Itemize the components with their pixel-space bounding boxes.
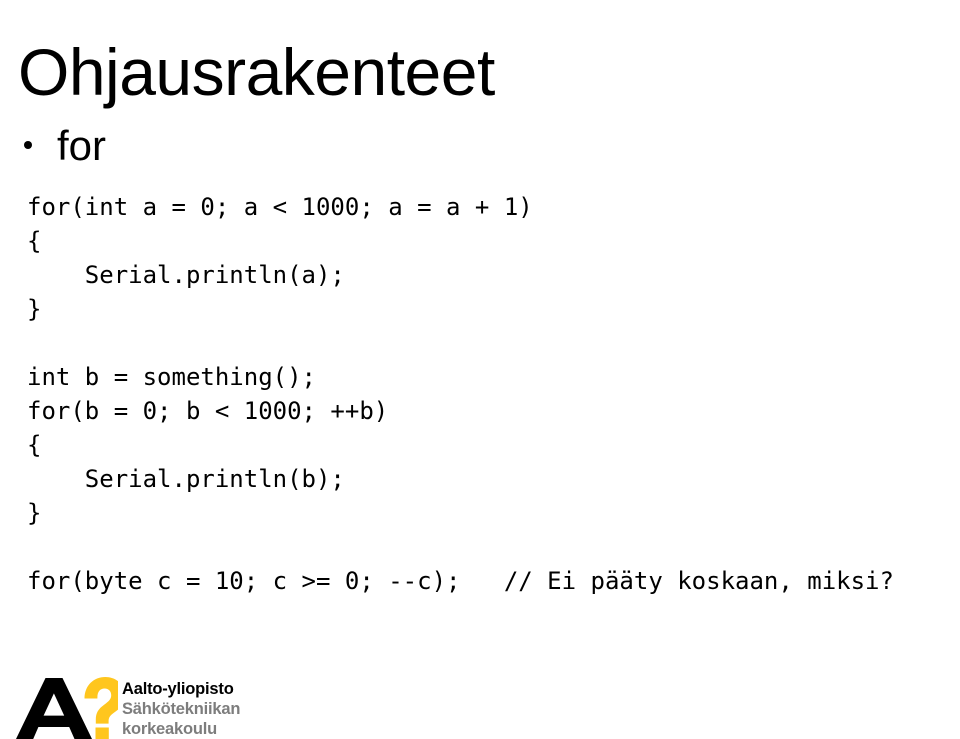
code-line: Serial.println(a);	[27, 261, 345, 289]
aalto-university-logo: Aalto-yliopisto Sähkötekniikan korkeakou…	[14, 676, 240, 739]
bullet-item-label: for	[57, 122, 107, 169]
code-line: int b = something();	[27, 363, 316, 391]
page-title: Ohjausrakenteet	[18, 35, 495, 110]
code-line: }	[27, 295, 42, 323]
bullet-dot-icon	[24, 141, 32, 149]
code-content: for(int a = 0; a < 1000; a = a + 1) { Ser…	[27, 190, 894, 598]
code-line: for(int a = 0; a < 1000; a = a + 1)	[27, 193, 533, 221]
logo-line-school-2: korkeakoulu	[122, 720, 218, 738]
slide-canvas: Ohjausrakenteet for for(int a = 0; a < 1…	[0, 0, 960, 739]
aalto-logo-wordmark: Aalto-yliopisto Sähkötekniikan korkeakou…	[122, 676, 240, 739]
code-line: Serial.println(b);	[27, 465, 345, 493]
list-item: for	[24, 122, 106, 169]
logo-line-school-1: Sähkötekniikan	[122, 700, 241, 718]
code-line: }	[27, 499, 42, 527]
code-line: {	[27, 431, 42, 459]
code-block: for(int a = 0; a < 1000; a = a + 1) { Ser…	[27, 190, 894, 598]
logo-line-university: Aalto-yliopisto	[122, 680, 234, 698]
aalto-a-question-mark-icon	[14, 676, 118, 739]
code-line: {	[27, 227, 42, 255]
bullet-list: for	[24, 122, 106, 169]
code-line: for(byte c = 10; c >= 0; --c); // Ei pää…	[27, 567, 894, 595]
code-line: for(b = 0; b < 1000; ++b)	[27, 397, 389, 425]
